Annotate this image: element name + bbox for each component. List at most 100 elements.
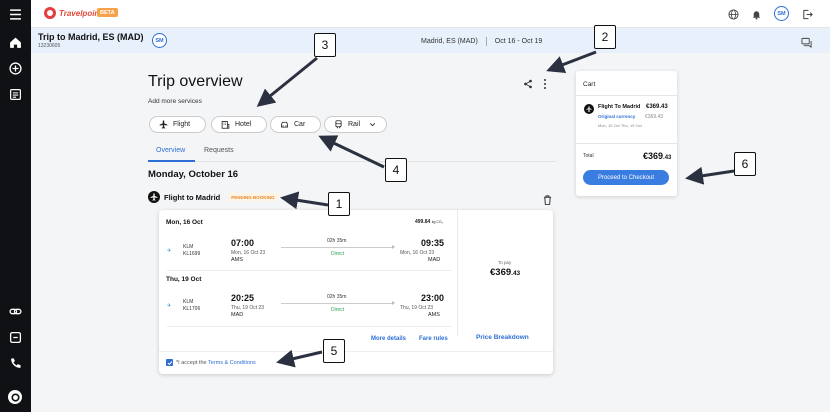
airline-name: KLM [183, 299, 194, 305]
add-flight-button[interactable]: Flight [149, 116, 206, 133]
flight-title: Flight to Madrid [164, 192, 221, 202]
add-hotel-button[interactable]: Hotel [211, 116, 267, 133]
stops-label: Direct [331, 251, 345, 257]
callout-2: 2 [594, 25, 616, 49]
cart-item-title: Flight To Madrid [598, 104, 641, 110]
terms-row: *I accept the Terms & Conditions [166, 359, 256, 366]
departure-time: 07:00 [231, 238, 255, 248]
flight-number: KL1706 [183, 306, 201, 312]
leg-separator [167, 326, 452, 327]
emissions-amount: 499.84 [415, 219, 431, 225]
callout-5: 5 [323, 339, 345, 363]
chat-icon[interactable] [801, 35, 812, 48]
leg-airline: KLM KL1706 [183, 299, 200, 313]
add-rail-button[interactable]: Rail [324, 116, 387, 133]
trip-destination: Madrid, ES (MAD) [421, 38, 478, 45]
more-options-icon[interactable] [542, 77, 548, 89]
terms-checkbox[interactable] [166, 359, 173, 366]
flight-icon [148, 191, 160, 203]
terms-text: *I accept the Terms & Conditions [176, 360, 256, 366]
add-services-label: Add more services [148, 98, 202, 105]
arrival-time: 09:35 [421, 238, 445, 248]
to-pay-label: To pay [498, 260, 512, 265]
emissions-unit: kg CO₂ [431, 220, 443, 224]
divider [576, 95, 677, 96]
flight-booking-card: 499.84 kg CO₂ Mon, 16 Oct ✈ KLM KL1699 0… [159, 210, 553, 374]
flight-number: KL1699 [183, 251, 201, 257]
callout-4: 4 [385, 158, 407, 182]
train-icon [335, 120, 342, 129]
total-label: Total [583, 153, 594, 159]
klm-logo-icon: ✈ [167, 303, 172, 309]
brand-logo[interactable]: Travelpoint [44, 7, 102, 19]
arrow-1 [280, 191, 329, 210]
total-amount: €369.43 [643, 151, 671, 161]
car-icon [281, 121, 288, 128]
user-avatar[interactable]: SM [774, 6, 789, 21]
proceed-to-checkout-button[interactable]: Proceed to Checkout [583, 170, 669, 185]
terms-prefix: *I accept the [176, 359, 209, 366]
app-logo-icon[interactable] [8, 390, 22, 404]
logo-mark-icon [44, 7, 56, 19]
logout-icon[interactable] [800, 7, 814, 21]
arrival-airport: AMS [428, 312, 440, 318]
flight-group-header: Flight to Madrid PENDING BOOKING [148, 191, 278, 203]
bell-icon[interactable] [749, 7, 763, 21]
add-hotel-label: Hotel [235, 121, 252, 128]
tab-requests[interactable]: Requests [204, 147, 234, 154]
arrival-airport: MAD [428, 257, 441, 263]
arrival-date: Mon, 16 Oct 23 [400, 250, 435, 256]
add-circle-icon[interactable] [7, 60, 24, 77]
check-icon [167, 360, 172, 365]
arrival-date: Thu, 19 Oct 23 [400, 305, 434, 311]
total-cents: .43 [663, 155, 672, 161]
link-icon[interactable] [7, 303, 24, 320]
share-icon[interactable] [523, 76, 533, 89]
globe-icon[interactable] [726, 7, 740, 21]
badge-icon[interactable] [7, 329, 24, 346]
arrow-6 [685, 166, 735, 185]
departure-date: Mon, 16 Oct 23 [231, 250, 266, 256]
total-main: €369 [643, 151, 664, 161]
cart-item-price: €369.43 [646, 104, 668, 110]
emissions-value: 499.84 kg CO₂ [415, 219, 443, 225]
hotel-icon [221, 121, 230, 129]
traveler-avatar[interactable]: SM [152, 33, 167, 48]
fare-rules-link[interactable]: Fare rules [419, 336, 448, 342]
list-icon[interactable] [7, 86, 24, 103]
page-title: Trip overview [148, 73, 243, 90]
to-pay-cents: .43 [511, 270, 521, 277]
brand-name: Travelpoint [59, 8, 102, 18]
trip-code: 13230605 [38, 43, 61, 49]
terms-link[interactable]: Terms & Conditions [208, 360, 256, 366]
trip-summary-bar: Trip to Madrid, ES (MAD) 13230605 SM Mad… [31, 28, 830, 53]
callout-6: 6 [734, 152, 756, 176]
flight-duration: 02h 35m [327, 238, 347, 244]
cart-panel: Cart Flight To Madrid €369.43 Original c… [576, 71, 677, 196]
stops-label: Direct [331, 307, 345, 313]
callout-1: 1 [328, 192, 350, 216]
departure-airport: MAD [231, 312, 244, 318]
arrival-time: 23:00 [421, 293, 445, 303]
trip-title: Trip to Madrid, ES (MAD) [38, 32, 144, 42]
tab-overview[interactable]: Overview [156, 147, 185, 154]
menu-icon[interactable] [7, 6, 24, 23]
delete-icon[interactable] [543, 192, 552, 206]
more-details-link[interactable]: More details [371, 336, 406, 342]
to-pay-amount: €369.43 [490, 267, 520, 278]
departure-time: 20:25 [231, 293, 255, 303]
trip-dates: Oct 16 - Oct 19 [494, 38, 543, 45]
trip-meta: Madrid, ES (MAD) Oct 16 - Oct 19 [421, 37, 542, 46]
original-currency-label: Original currency [598, 114, 635, 119]
left-nav-rail [0, 0, 31, 412]
price-breakdown-link[interactable]: Price Breakdown [476, 334, 529, 341]
add-car-button[interactable]: Car [270, 116, 321, 133]
leg-airline: KLM KL1699 [183, 244, 200, 258]
home-icon[interactable] [7, 34, 24, 51]
phone-icon[interactable] [7, 355, 24, 372]
card-divider [159, 351, 553, 352]
airline-name: KLM [183, 244, 194, 250]
flight-icon [584, 104, 594, 114]
original-currency-text: Original currency [598, 114, 636, 119]
leg-separator [167, 270, 452, 271]
